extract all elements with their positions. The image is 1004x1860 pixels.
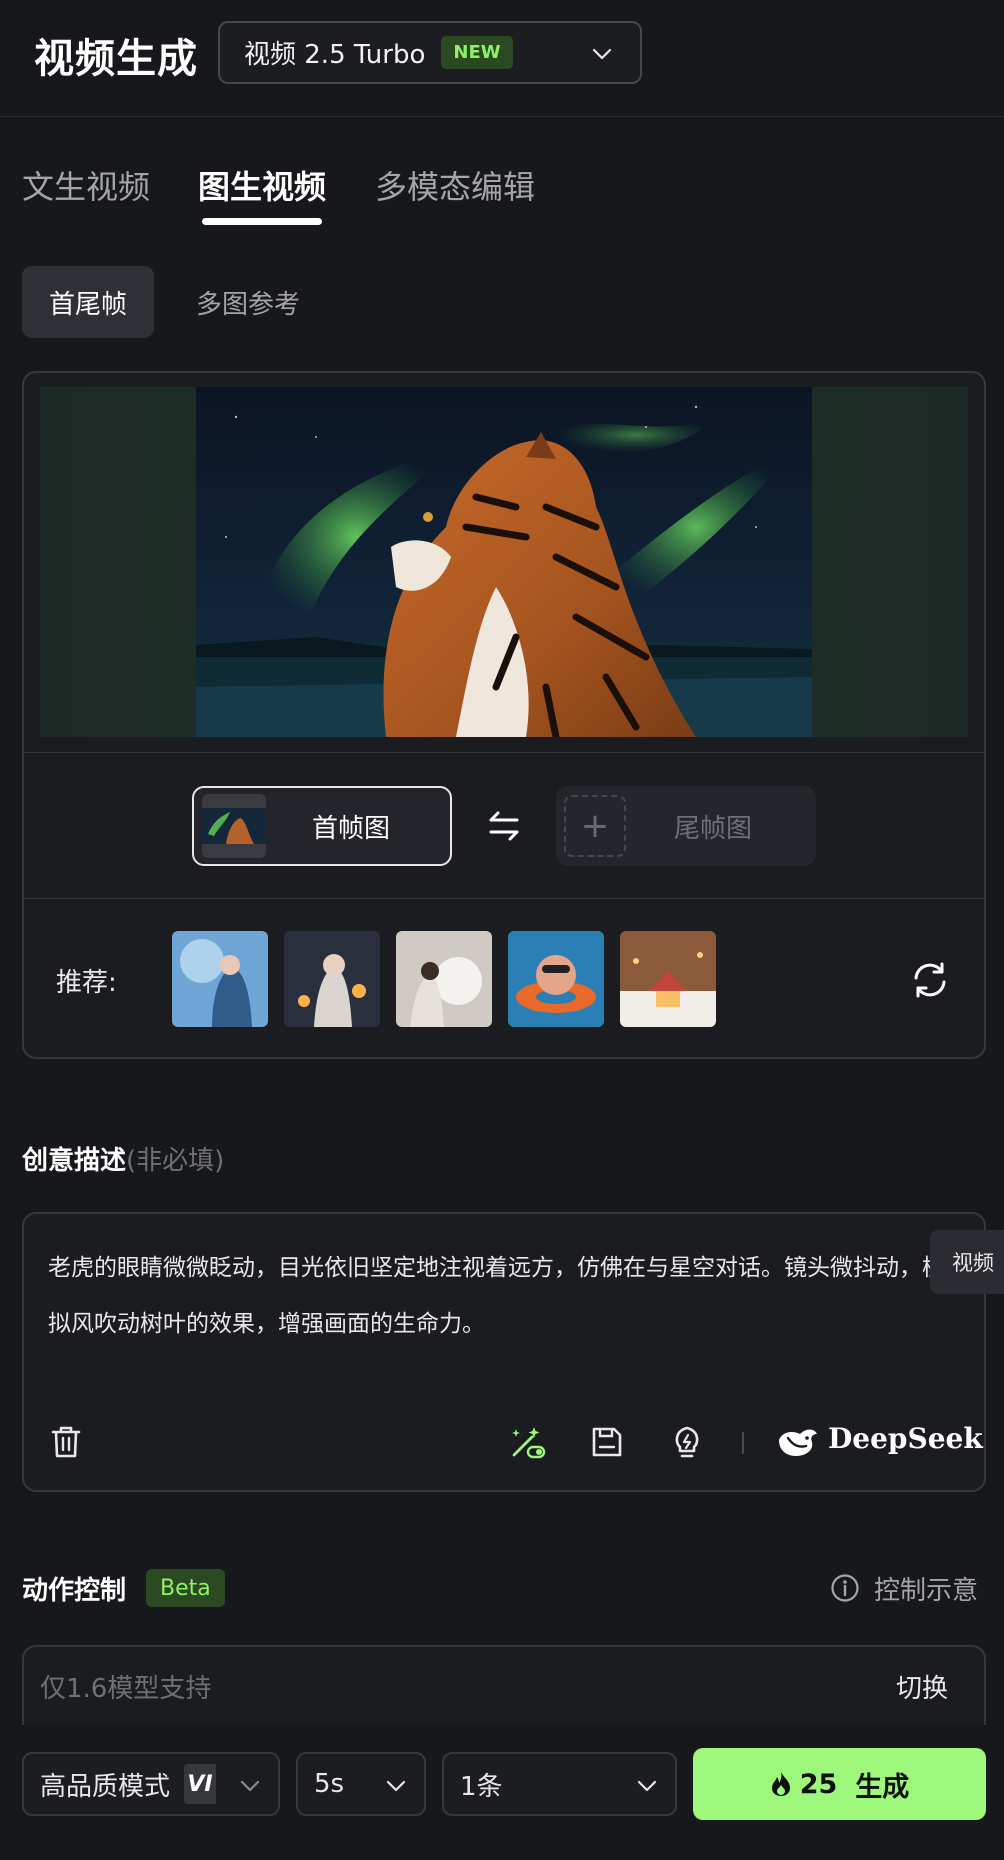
recommend-thumbnail[interactable] bbox=[396, 931, 492, 1027]
generate-label: 生成 bbox=[855, 1771, 910, 1803]
quality-mode-label: 高品质模式 bbox=[40, 1771, 171, 1802]
deepseek-label[interactable]: DeepSeek bbox=[828, 1422, 983, 1455]
magic-wand-icon[interactable] bbox=[508, 1423, 546, 1461]
prompt-text[interactable]: 老虎的眼睛微微眨动，目光依旧坚定地注视着远方，仿佛在与星空对话。镜头微抖动，模拟… bbox=[48, 1240, 948, 1352]
card-divider bbox=[24, 898, 984, 899]
quality-mode-select[interactable]: 高品质模式 VI bbox=[22, 1752, 280, 1816]
beta-badge: Beta bbox=[146, 1569, 225, 1607]
first-frame-label: 首帧图 bbox=[312, 813, 391, 844]
duration-select[interactable]: 5s bbox=[296, 1752, 426, 1816]
switch-button[interactable]: 切换 bbox=[896, 1668, 948, 1705]
prompt-section-heading: 创意描述(非必填) bbox=[22, 1140, 224, 1177]
control-demo-link[interactable]: 控制示意 bbox=[874, 1570, 978, 1607]
tab-active-indicator bbox=[202, 218, 322, 225]
recommend-thumbnail[interactable] bbox=[284, 931, 380, 1027]
vip-badge: VI bbox=[184, 1764, 217, 1804]
model-name: 视频 2.5 Turbo bbox=[244, 40, 426, 70]
page-title: 视频生成 bbox=[34, 36, 198, 82]
chevron-down-icon bbox=[592, 48, 612, 60]
chevron-down-icon bbox=[240, 1780, 260, 1792]
new-badge: NEW bbox=[441, 36, 513, 69]
recommend-thumbnail[interactable] bbox=[508, 931, 604, 1027]
info-icon[interactable] bbox=[830, 1573, 860, 1603]
save-icon[interactable] bbox=[588, 1423, 626, 1461]
duration-value: 5s bbox=[314, 1769, 345, 1799]
tab-text-to-video[interactable]: 文生视频 bbox=[22, 162, 150, 208]
last-frame-button[interactable]: + 尾帧图 bbox=[556, 786, 816, 866]
last-frame-label: 尾帧图 bbox=[674, 813, 753, 844]
recommend-thumbnail[interactable] bbox=[620, 931, 716, 1027]
plus-icon: + bbox=[564, 795, 626, 857]
model-select[interactable]: 视频 2.5 Turbo NEW bbox=[218, 21, 642, 84]
tab-image-to-video[interactable]: 图生视频 bbox=[198, 162, 326, 208]
prompt-title: 创意描述 bbox=[22, 1146, 127, 1176]
trash-icon[interactable] bbox=[47, 1423, 85, 1461]
chevron-down-icon bbox=[386, 1780, 406, 1792]
card-divider bbox=[24, 752, 984, 753]
lightbulb-icon[interactable] bbox=[668, 1423, 706, 1461]
chevron-down-icon bbox=[637, 1780, 657, 1792]
subtab-first-last-frame[interactable]: 首尾帧 bbox=[22, 266, 154, 338]
header-divider bbox=[0, 116, 1004, 117]
count-value: 1条 bbox=[460, 1771, 503, 1802]
refresh-icon[interactable] bbox=[910, 960, 950, 1000]
first-frame-button[interactable]: 首帧图 bbox=[192, 786, 452, 866]
motion-control-title: 动作控制 bbox=[22, 1576, 127, 1606]
deepseek-whale-icon[interactable] bbox=[776, 1424, 820, 1460]
generate-button[interactable]: 25 生成 bbox=[693, 1748, 986, 1820]
recommend-thumbnail[interactable] bbox=[172, 931, 268, 1027]
first-frame-thumbnail bbox=[202, 794, 266, 858]
motion-placeholder: 仅1.6模型支持 bbox=[40, 1674, 212, 1704]
swap-icon[interactable] bbox=[485, 808, 523, 844]
recommend-label: 推荐: bbox=[56, 968, 117, 998]
preview-image[interactable] bbox=[196, 387, 812, 737]
tab-multimodal-edit[interactable]: 多模态编辑 bbox=[375, 162, 535, 208]
flame-icon bbox=[771, 1772, 790, 1796]
subtab-multi-image-reference[interactable]: 多图参考 bbox=[196, 284, 300, 321]
count-select[interactable]: 1条 bbox=[442, 1752, 677, 1816]
generate-cost: 25 bbox=[799, 1768, 838, 1800]
side-tab-video[interactable]: 视频 bbox=[930, 1230, 1004, 1294]
prompt-optional-hint: (非必填) bbox=[126, 1146, 225, 1176]
toolbar-divider bbox=[742, 1432, 744, 1454]
